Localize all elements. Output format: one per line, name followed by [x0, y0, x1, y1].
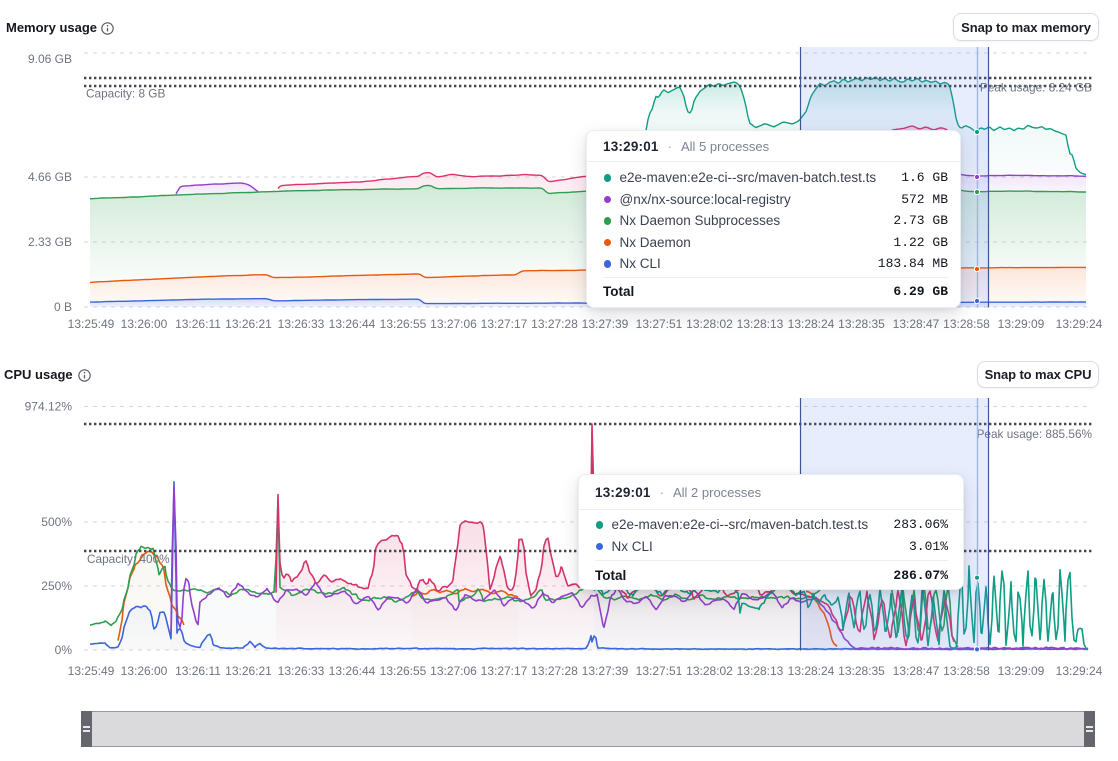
svg-text:13:27:06: 13:27:06	[430, 317, 477, 331]
svg-text:0 B: 0 B	[54, 300, 72, 314]
svg-text:13:26:11: 13:26:11	[175, 317, 221, 331]
svg-text:13:27:39: 13:27:39	[582, 317, 629, 331]
svg-text:Capacity: 8 GB: Capacity: 8 GB	[86, 87, 165, 101]
svg-text:13:27:39: 13:27:39	[582, 664, 629, 678]
svg-text:13:26:44: 13:26:44	[329, 317, 376, 331]
svg-text:13:26:00: 13:26:00	[121, 317, 168, 331]
svg-text:13:25:49: 13:25:49	[68, 317, 115, 331]
svg-text:13:28:13: 13:28:13	[737, 317, 784, 331]
svg-text:13:26:55: 13:26:55	[380, 317, 427, 331]
svg-text:Peak usage: 8.24 GB: Peak usage: 8.24 GB	[980, 81, 1092, 95]
svg-text:13:29:24: 13:29:24	[1056, 664, 1103, 678]
svg-text:Capacity: 400%: Capacity: 400%	[87, 552, 170, 566]
svg-text:9.06 GB: 9.06 GB	[28, 52, 72, 66]
svg-text:13:27:17: 13:27:17	[481, 317, 528, 331]
svg-text:974.12%: 974.12%	[25, 400, 73, 414]
svg-text:500%: 500%	[41, 515, 72, 529]
svg-text:13:26:00: 13:26:00	[121, 664, 168, 678]
svg-text:0%: 0%	[55, 643, 73, 657]
svg-text:13:26:33: 13:26:33	[278, 317, 325, 331]
svg-text:13:26:33: 13:26:33	[278, 664, 325, 678]
svg-text:13:28:35: 13:28:35	[838, 317, 885, 331]
svg-text:13:26:44: 13:26:44	[329, 664, 376, 678]
svg-text:13:28:35: 13:28:35	[838, 664, 885, 678]
svg-text:13:29:09: 13:29:09	[998, 664, 1045, 678]
svg-text:13:26:55: 13:26:55	[380, 664, 427, 678]
svg-text:13:27:51: 13:27:51	[636, 664, 683, 678]
svg-text:13:27:28: 13:27:28	[531, 317, 578, 331]
svg-text:250%: 250%	[41, 579, 72, 593]
svg-text:4.66 GB: 4.66 GB	[28, 170, 72, 184]
svg-text:13:27:51: 13:27:51	[636, 317, 683, 331]
svg-text:13:28:58: 13:28:58	[943, 664, 990, 678]
svg-text:13:29:24: 13:29:24	[1056, 317, 1103, 331]
svg-text:13:28:58: 13:28:58	[943, 317, 990, 331]
svg-text:13:28:47: 13:28:47	[893, 317, 940, 331]
svg-text:13:28:13: 13:28:13	[737, 664, 784, 678]
svg-text:13:28:24: 13:28:24	[788, 664, 835, 678]
svg-text:13:27:17: 13:27:17	[481, 664, 528, 678]
svg-text:13:28:24: 13:28:24	[788, 317, 835, 331]
svg-text:Peak usage: 885.56%: Peak usage: 885.56%	[977, 427, 1093, 441]
svg-text:13:27:06: 13:27:06	[430, 664, 477, 678]
svg-text:13:27:28: 13:27:28	[531, 664, 578, 678]
svg-text:13:26:11: 13:26:11	[175, 664, 221, 678]
svg-text:13:28:02: 13:28:02	[686, 664, 733, 678]
svg-text:13:28:47: 13:28:47	[893, 664, 940, 678]
svg-text:13:25:49: 13:25:49	[68, 664, 115, 678]
svg-text:13:26:21: 13:26:21	[225, 664, 272, 678]
svg-text:13:29:09: 13:29:09	[998, 317, 1045, 331]
svg-text:2.33 GB: 2.33 GB	[28, 235, 72, 249]
svg-text:13:28:02: 13:28:02	[686, 317, 733, 331]
svg-text:13:26:21: 13:26:21	[225, 317, 272, 331]
